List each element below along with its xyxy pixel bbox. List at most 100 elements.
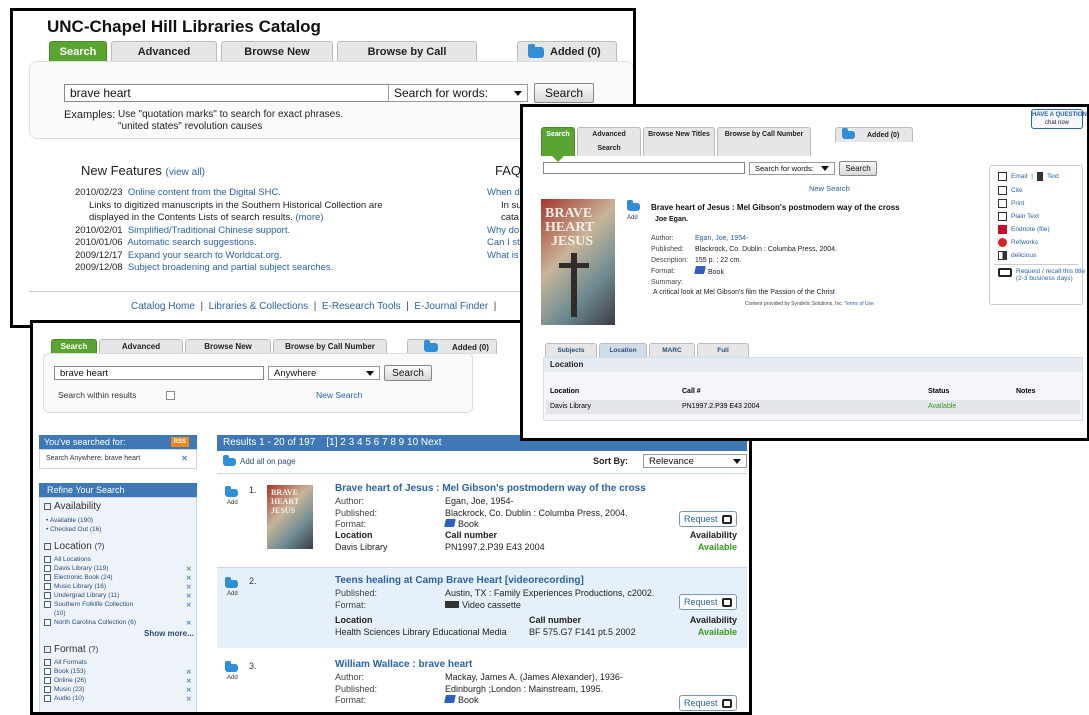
search-within-checkbox[interactable]	[166, 391, 175, 400]
email-tool[interactable]: Email | Text	[998, 172, 1059, 181]
news-link[interactable]: Subject broadening and partial subject s…	[128, 262, 333, 273]
result-title[interactable]: Brave heart of Jesus : Mel Gibson's post…	[335, 483, 646, 494]
search-button[interactable]: Search	[839, 161, 877, 176]
facet-item[interactable]: Book (153)	[44, 668, 86, 675]
remove-facet-icon[interactable]: ✕	[186, 583, 191, 591]
folder-icon[interactable]	[225, 486, 238, 497]
tab-browse-call-number[interactable]: Browse by Call Number	[717, 127, 811, 156]
news-link[interactable]: Online content from the Digital SHC.	[128, 187, 281, 198]
remove-facet-icon[interactable]: ✕	[186, 565, 191, 573]
facet-item[interactable]: Music (23)	[44, 686, 84, 693]
facet-item[interactable]: Southern Folklife Collection	[44, 601, 133, 608]
tab-search[interactable]: Search	[541, 127, 575, 162]
remove-facet-icon[interactable]: ✕	[186, 668, 191, 676]
footer-link-e-research[interactable]: E-Research Tools	[322, 301, 401, 312]
search-input[interactable]: brave heart	[54, 366, 264, 380]
faq-item[interactable]: Can I st	[487, 237, 522, 250]
result-fields: Author: Published: Format:	[335, 672, 378, 705]
sort-select[interactable]: Relevance	[643, 454, 747, 468]
news-link[interactable]: Expand your search to Worldcat.org.	[128, 250, 282, 261]
search-scope-select[interactable]: Anywhere	[268, 366, 380, 380]
print-tool[interactable]: Print	[998, 199, 1024, 208]
result-title[interactable]: William Wallace : brave heart	[335, 659, 472, 670]
added-items-tab[interactable]: Added (0)	[517, 41, 617, 62]
facet-item[interactable]: Audio (10)	[44, 695, 84, 702]
new-search-link[interactable]: New Search	[809, 184, 850, 193]
add-all-on-page[interactable]: Add all on page	[223, 454, 296, 466]
have-question-label: HAVE A QUESTION	[1032, 112, 1087, 118]
chat-widget[interactable]: HAVE A QUESTION chat now	[1031, 109, 1087, 129]
faq-item[interactable]: When d	[487, 187, 522, 200]
pagination[interactable]: [1] 2 3 4 5 6 7 8 9 10 Next	[326, 437, 441, 448]
add-label[interactable]: Add	[227, 675, 238, 681]
show-more-link[interactable]: Show more...	[144, 629, 194, 638]
facet-item[interactable]: Electronic Book (24)	[44, 574, 113, 581]
faq-item[interactable]: What is	[487, 250, 522, 263]
facet-item[interactable]: Davis Library (119)	[44, 565, 108, 572]
footer-link-catalog-home[interactable]: Catalog Home	[131, 301, 195, 312]
view-all-link[interactable]: (view all)	[166, 167, 205, 178]
facet-item[interactable]: • Available (190)	[46, 517, 93, 524]
more-link[interactable]: (more)	[295, 212, 323, 223]
remove-facet-icon[interactable]: ✕	[186, 619, 191, 627]
refworks-tool[interactable]: Refworks	[998, 238, 1038, 247]
folder-icon[interactable]	[225, 577, 238, 588]
faq-item[interactable]: Why do	[487, 225, 522, 238]
facet-item[interactable]: Music Library (16)	[44, 583, 106, 590]
cover-text: JESUS	[271, 506, 296, 515]
request-recall-tool[interactable]: Request / recall this title (2-3 business…	[998, 268, 1085, 282]
search-type-select[interactable]: Search for words:	[388, 84, 528, 102]
remove-facet-icon[interactable]: ✕	[186, 574, 191, 582]
remove-facet-icon[interactable]: ✕	[186, 695, 191, 703]
search-button[interactable]: Search	[384, 365, 432, 381]
plain-text-tool[interactable]: Plain Text	[998, 212, 1039, 221]
news-link[interactable]: Simplified/Traditional Chinese support.	[128, 225, 290, 236]
facet-item[interactable]: Undergrad Library (11)	[44, 592, 119, 599]
request-button[interactable]: Request	[679, 511, 737, 527]
author-link[interactable]: Egan, Joe, 1954-	[695, 233, 837, 244]
facet-item[interactable]: • Checked Out (16)	[46, 526, 101, 533]
folder-icon[interactable]	[627, 200, 640, 211]
remove-facet-icon[interactable]: ✕	[186, 592, 191, 600]
new-search-link[interactable]: New Search	[316, 390, 362, 400]
tab-browse-new-titles[interactable]: Browse New Titles	[643, 127, 715, 156]
checkbox[interactable]	[44, 556, 51, 563]
video-icon	[445, 600, 459, 608]
search-button[interactable]: Search	[534, 83, 594, 103]
add-label[interactable]: Add	[227, 591, 238, 597]
request-button[interactable]: Request	[679, 695, 737, 711]
terms-of-use-link[interactable]: Terms of Use	[844, 301, 873, 307]
record-tools: Email | Text Cite Print Plain Text Endno…	[989, 165, 1085, 305]
result-title[interactable]: Teens healing at Camp Brave Heart [video…	[335, 575, 584, 586]
delicious-icon	[998, 251, 1007, 260]
add-label[interactable]: Add	[227, 500, 238, 506]
facet-item[interactable]: Online (26)	[44, 677, 86, 684]
search-input[interactable]	[543, 162, 745, 174]
remove-term-icon[interactable]: ✕	[181, 454, 188, 463]
result-call-number: Call number PN1997.2.P39 E43 2004	[445, 530, 545, 552]
cite-tool[interactable]: Cite	[998, 186, 1023, 195]
facet-item[interactable]: North Carolina Collection (6)	[44, 619, 136, 626]
remove-facet-icon[interactable]: ✕	[186, 677, 191, 685]
facet-item[interactable]: All Locations	[44, 556, 91, 563]
search-type-select[interactable]: Search for words:	[749, 162, 835, 175]
facet-item[interactable]: All Formats	[44, 659, 87, 666]
folder-icon[interactable]	[225, 661, 238, 672]
add-label[interactable]: Add	[627, 215, 638, 221]
book-cover-thumbnail[interactable]: BRAVE HEART JESUS	[267, 485, 313, 549]
remove-facet-icon[interactable]: ✕	[186, 601, 191, 609]
news-description: Links to digitized manuscripts in the So…	[89, 199, 383, 211]
footer-link-e-journal[interactable]: E-Journal Finder	[414, 301, 488, 312]
added-items-tab[interactable]: Added (0)	[407, 339, 497, 354]
row-location: Davis Library	[550, 403, 591, 410]
added-items-tab[interactable]: Added (0)	[835, 127, 913, 142]
footer-link-libraries[interactable]: Libraries & Collections	[209, 301, 309, 312]
search-input[interactable]: brave heart	[64, 84, 394, 102]
request-button[interactable]: Request	[679, 594, 737, 610]
remove-facet-icon[interactable]: ✕	[186, 686, 191, 694]
tab-advanced-search[interactable]: Advanced Search	[577, 127, 641, 156]
delicious-tool[interactable]: delicious	[998, 251, 1036, 260]
news-link[interactable]: Automatic search suggestions.	[127, 237, 256, 248]
rss-icon[interactable]: RSS	[170, 437, 189, 447]
endnote-tool[interactable]: Endnote (file)	[998, 225, 1050, 234]
